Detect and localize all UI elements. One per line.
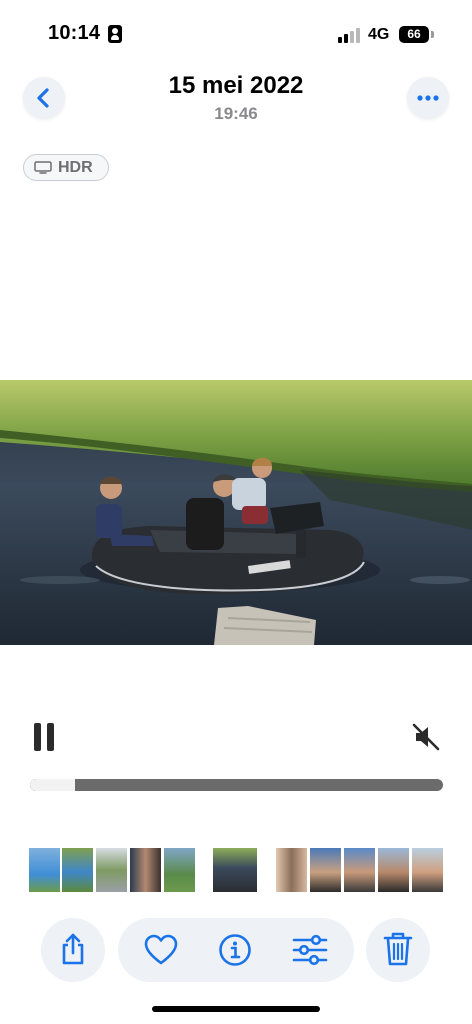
hdr-badge: HDR	[23, 154, 109, 181]
thumbnail[interactable]	[378, 848, 409, 892]
share-icon	[62, 933, 84, 965]
thumbnail[interactable]	[164, 848, 195, 892]
cellular-signal-icon	[338, 27, 364, 43]
thumbnail-current[interactable]	[213, 848, 257, 892]
ellipsis-icon	[417, 95, 439, 101]
thumbnail[interactable]	[96, 848, 127, 892]
status-bar: 10:14 4G 66	[0, 0, 472, 70]
info-icon[interactable]	[218, 933, 252, 967]
home-indicator[interactable]	[152, 1006, 320, 1012]
thumbnail[interactable]	[310, 848, 341, 892]
speaker-muted-icon	[412, 723, 440, 751]
more-button[interactable]	[407, 77, 449, 119]
thumbnail-strip[interactable]	[0, 848, 472, 894]
thumbnail[interactable]	[412, 848, 443, 892]
pause-icon	[34, 723, 41, 751]
battery-level: 66	[399, 26, 429, 43]
focus-person-icon	[108, 25, 122, 43]
trash-icon	[383, 932, 413, 966]
network-type: 4G	[368, 26, 390, 43]
photo-actions-group	[118, 918, 354, 982]
battery-icon	[431, 31, 434, 38]
thumbnail[interactable]	[344, 848, 375, 892]
monitor-icon	[34, 161, 52, 174]
status-time: 10:14	[48, 22, 101, 44]
thumbnail[interactable]	[29, 848, 60, 892]
photo-date: 15 mei 2022	[168, 72, 304, 99]
hdr-label: HDR	[58, 159, 93, 176]
pause-button[interactable]	[34, 723, 56, 751]
adjust-icon[interactable]	[292, 934, 328, 966]
scrubber-progress	[30, 779, 76, 791]
photo-time: 19:46	[214, 104, 258, 123]
thumbnail[interactable]	[62, 848, 93, 892]
video-scrubber[interactable]	[30, 779, 443, 791]
video-frame[interactable]	[0, 380, 472, 645]
mute-button[interactable]	[409, 720, 443, 754]
thumbnail[interactable]	[130, 848, 161, 892]
boat-scene-image	[0, 380, 472, 645]
delete-button[interactable]	[366, 918, 430, 982]
share-button[interactable]	[41, 918, 105, 982]
thumbnail[interactable]	[276, 848, 307, 892]
heart-icon[interactable]	[144, 934, 178, 966]
